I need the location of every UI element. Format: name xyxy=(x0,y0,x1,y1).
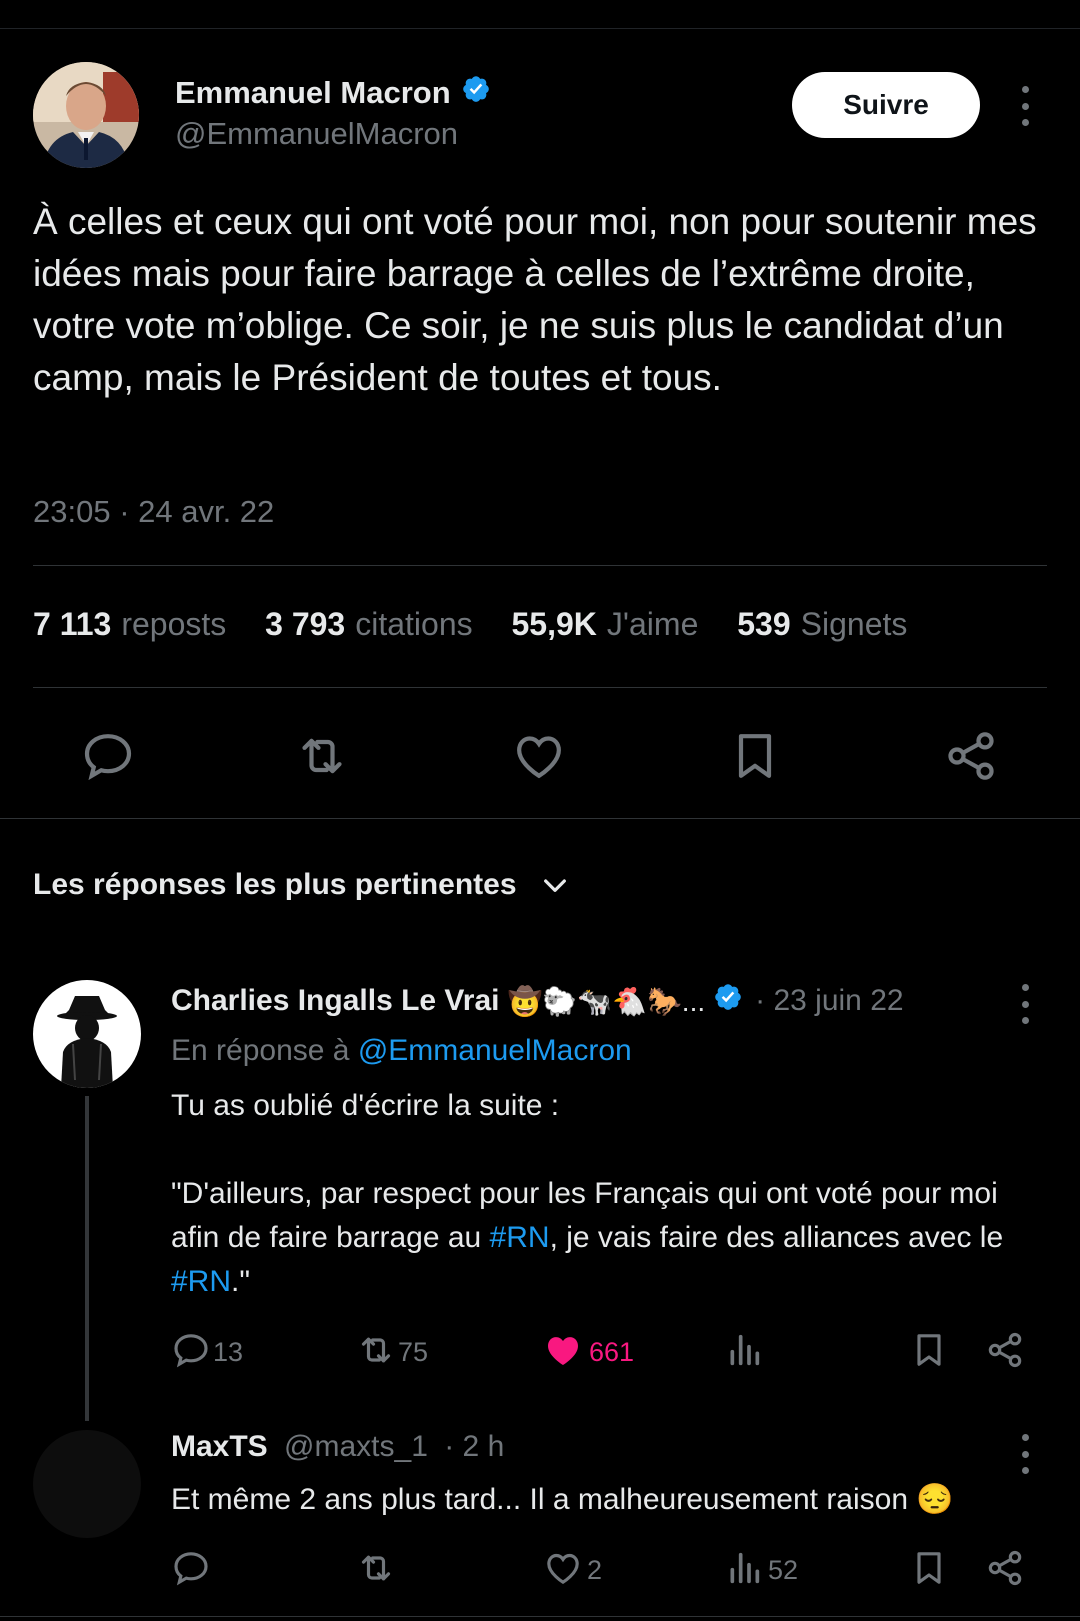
repost-icon xyxy=(354,1330,398,1375)
reply-icon[interactable] xyxy=(80,728,136,784)
bottom-divider xyxy=(0,1616,1080,1617)
stat-bookmarks[interactable]: 539 Signets xyxy=(737,606,937,642)
share-icon xyxy=(985,1550,1025,1592)
reply-header: MaxTS @maxts_1 · 2 h xyxy=(171,1430,504,1464)
tweet-timestamp[interactable]: 23:05 · 24 avr. 22 xyxy=(33,494,274,530)
follow-button[interactable]: Suivre xyxy=(792,72,980,138)
like-button[interactable]: 661 xyxy=(543,1330,634,1375)
more-options-icon[interactable] xyxy=(1015,1434,1035,1474)
verified-badge-icon xyxy=(461,74,491,112)
more-options-icon[interactable] xyxy=(1015,86,1035,126)
reply-author-name[interactable]: MaxTS xyxy=(171,1430,268,1463)
divider xyxy=(33,565,1047,566)
bookmark-icon xyxy=(909,1334,949,1374)
views-icon xyxy=(724,1548,764,1593)
author-handle[interactable]: @EmmanuelMacron xyxy=(175,116,458,152)
reply-author-handle[interactable]: @maxts_1 xyxy=(284,1430,428,1463)
reply-avatar[interactable] xyxy=(33,1430,141,1538)
author-name[interactable]: Emmanuel Macron xyxy=(175,74,491,112)
repost-button[interactable]: 75 xyxy=(354,1330,428,1375)
repost-icon[interactable] xyxy=(292,728,352,784)
stat-reposts[interactable]: 7 113 reposts xyxy=(33,606,256,642)
bookmark-button[interactable] xyxy=(909,1330,949,1375)
views-icon xyxy=(724,1334,764,1374)
bookmark-icon xyxy=(909,1552,949,1592)
reply-header: Charlies Ingalls Le Vrai 🤠🐑🐄🐔🐎... · 23 j… xyxy=(171,982,904,1020)
share-icon xyxy=(985,1332,1025,1374)
verified-badge-icon xyxy=(713,982,743,1020)
like-icon[interactable] xyxy=(511,728,567,784)
hashtag-link[interactable]: #RN xyxy=(490,1221,550,1254)
reply-to-handle-link[interactable]: @EmmanuelMacron xyxy=(358,1034,632,1067)
views-button[interactable] xyxy=(724,1330,764,1375)
reply-to-line: En réponse à @EmmanuelMacron xyxy=(171,1034,632,1067)
liked-heart-icon xyxy=(543,1330,583,1375)
reply-date[interactable]: · 2 h xyxy=(444,1430,504,1463)
divider xyxy=(33,687,1047,688)
like-button[interactable]: 2 xyxy=(543,1548,602,1593)
stat-likes[interactable]: 55,9K J'aime xyxy=(512,606,729,642)
reply-text: Et même 2 ans plus tard... Il a malheure… xyxy=(171,1483,954,1516)
repost-button[interactable] xyxy=(354,1548,398,1593)
reply-icon xyxy=(171,1330,211,1375)
bookmark-icon[interactable] xyxy=(727,728,783,784)
author-emoji: 🤠🐑🐄🐔🐎... xyxy=(507,985,706,1017)
like-icon xyxy=(543,1548,583,1593)
replies-sort-dropdown[interactable]: Les réponses les plus pertinentes xyxy=(33,868,571,902)
repost-icon xyxy=(354,1555,398,1592)
thread-line xyxy=(85,1096,89,1421)
tweet-text: À celles et ceux qui ont voté pour moi, … xyxy=(33,201,1037,398)
reply-avatar[interactable] xyxy=(33,980,141,1088)
divider xyxy=(0,818,1080,819)
author-avatar[interactable] xyxy=(33,62,139,168)
reply-text: Tu as oublié d'écrire la suite : "D'aill… xyxy=(171,1089,1004,1298)
reply-date[interactable]: · 23 juin 22 xyxy=(755,984,903,1018)
chevron-down-icon xyxy=(539,869,571,901)
tweet-stats: 7 113 reposts 3 793 citations 55,9K J'aime … xyxy=(33,606,937,643)
share-button[interactable] xyxy=(985,1548,1025,1593)
reply-button[interactable] xyxy=(171,1548,211,1593)
top-divider xyxy=(0,28,1080,29)
hashtag-link[interactable]: #RN xyxy=(171,1265,231,1298)
views-button[interactable]: 52 xyxy=(724,1548,798,1593)
reply-author-name[interactable]: Charlies Ingalls Le Vrai xyxy=(171,984,499,1018)
share-button[interactable] xyxy=(985,1330,1025,1375)
more-options-icon[interactable] xyxy=(1015,984,1035,1024)
share-icon[interactable] xyxy=(943,728,999,784)
bookmark-button[interactable] xyxy=(909,1548,949,1593)
reply-icon xyxy=(171,1552,211,1592)
stat-quotes[interactable]: 3 793 citations xyxy=(265,606,502,642)
reply-button[interactable]: 13 xyxy=(171,1330,243,1375)
